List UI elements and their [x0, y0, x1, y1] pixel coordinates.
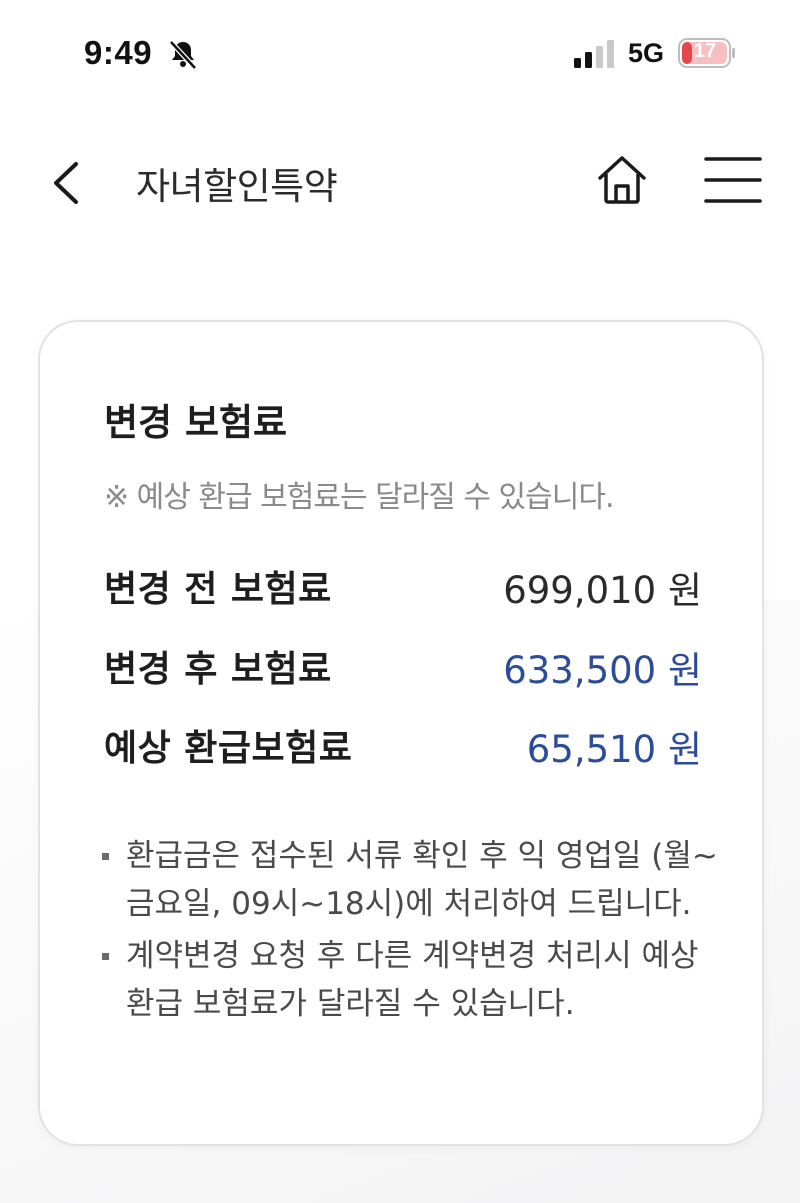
premium-change-card: 변경 보험료 ※ 예상 환급 보험료는 달라질 수 있습니다. 변경 전 보험료…	[38, 320, 764, 1146]
refund-value: 65,510 원	[526, 728, 702, 771]
page-title: 자녀할인특약	[136, 165, 338, 208]
premium-row-after: 변경 후 보험료 633,500 원	[104, 640, 702, 692]
status-bar: 9:49 5G 17	[0, 0, 800, 100]
premium-row-before: 변경 전 보험료 699,010 원	[104, 560, 702, 612]
refund-label: 예상 환급보험료	[104, 728, 353, 769]
note-text: 계약변경 요청 후 다른 계약변경 처리시 예상 환급 보험료가 달라질 수 있…	[126, 938, 699, 1022]
bullet-icon	[102, 953, 109, 960]
bullet-icon	[102, 853, 109, 860]
notes-list: 환급금은 접수된 서류 확인 후 익 영업일 (월~금요일, 09시~18시)에…	[98, 832, 718, 1032]
premium-after-label: 변경 후 보험료	[104, 649, 332, 690]
premium-before-value: 699,010 원	[503, 569, 702, 612]
nav-bar: 자녀할인특약	[0, 130, 800, 230]
note-text: 환급금은 접수된 서류 확인 후 익 영업일 (월~금요일, 09시~18시)에…	[126, 838, 718, 922]
battery-level: 17	[693, 40, 717, 62]
cellular-signal-icon	[574, 40, 614, 68]
list-item: 환급금은 접수된 서류 확인 후 익 영업일 (월~금요일, 09시~18시)에…	[98, 832, 718, 928]
premium-after-value: 633,500 원	[503, 649, 702, 692]
home-icon[interactable]	[592, 150, 652, 210]
hamburger-menu-icon[interactable]	[704, 155, 762, 205]
network-type: 5G	[628, 38, 665, 68]
status-time: 9:49	[84, 34, 153, 71]
list-item: 계약변경 요청 후 다른 계약변경 처리시 예상 환급 보험료가 달라질 수 있…	[98, 932, 718, 1028]
back-chevron-icon[interactable]	[46, 158, 86, 208]
premium-row-refund: 예상 환급보험료 65,510 원	[104, 719, 702, 771]
card-title: 변경 보험료	[104, 401, 288, 444]
premium-before-label: 변경 전 보험료	[104, 569, 332, 610]
bell-muted-icon	[169, 40, 197, 70]
card-note: ※ 예상 환급 보험료는 달라질 수 있습니다.	[104, 480, 614, 515]
